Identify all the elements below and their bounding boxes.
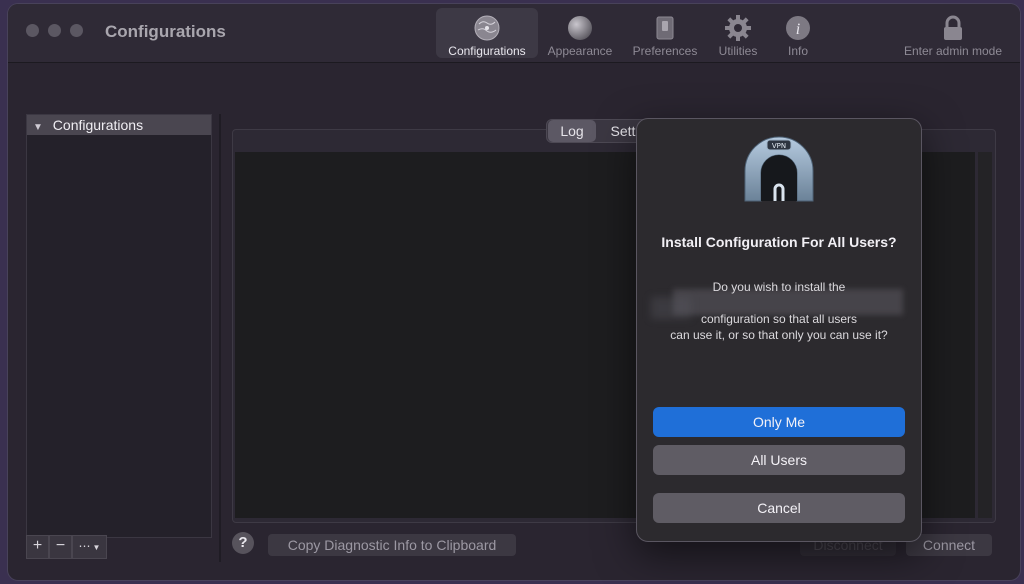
copy-diagnostic-button[interactable]: Copy Diagnostic Info to Clipboard — [268, 534, 516, 556]
toolbar-label: Info — [787, 44, 808, 58]
sphere-icon — [568, 16, 592, 40]
chevron-down-icon: ▼ — [92, 543, 101, 552]
vpn-badge-label: VPN — [772, 142, 786, 150]
toolbar-info[interactable]: i Info — [776, 8, 820, 58]
add-configuration-button[interactable]: + — [26, 535, 49, 559]
toolbar-utilities[interactable]: Utilities — [710, 8, 766, 58]
globe-icon — [474, 15, 500, 41]
dialog-message-line: Do you wish to install the — [712, 280, 846, 294]
actions-menu-button[interactable]: ⋯ ▼ — [72, 535, 107, 559]
toolbar-label: Utilities — [718, 44, 758, 58]
dialog-message-line: can use it, or so that only you can use … — [670, 328, 888, 342]
switch-icon — [656, 16, 674, 40]
window-title: Configurations — [105, 22, 226, 41]
dialog-title: Install Configuration For All Users? — [661, 234, 897, 250]
remove-configuration-button[interactable]: − — [49, 535, 72, 559]
vpn-tunnel-icon: VPN — [744, 136, 814, 202]
cancel-button[interactable]: Cancel — [653, 493, 905, 523]
info-icon: i — [786, 16, 810, 40]
lock-icon — [944, 15, 962, 40]
admin-mode-label: Enter admin mode — [903, 44, 1003, 58]
sidebar-header[interactable]: ▼ Configurations — [27, 115, 211, 135]
tab-switcher: Log Sett — [546, 119, 648, 143]
split-divider[interactable] — [219, 114, 221, 562]
toolbar-label: Preferences — [632, 44, 698, 58]
redacted-line — [655, 295, 903, 311]
all-users-button[interactable]: All Users — [653, 445, 905, 475]
ellipsis-icon: ⋯ — [78, 539, 91, 553]
dialog-message: Do you wish to install the configuration… — [655, 279, 903, 343]
toolbar-label: Appearance — [547, 44, 613, 58]
toolbar-configurations[interactable]: Configurations — [436, 8, 538, 58]
only-me-button[interactable]: Only Me — [653, 407, 905, 437]
toolbar-preferences[interactable]: Preferences — [626, 8, 704, 58]
log-scrollbar[interactable] — [978, 152, 992, 518]
minimize-window-button[interactable] — [48, 24, 61, 37]
title-bar: Configurations Configurations Appearance — [8, 4, 1020, 63]
sidebar-header-label: Configurations — [52, 117, 144, 133]
close-window-button[interactable] — [26, 24, 39, 37]
gear-icon — [725, 15, 751, 41]
chevron-down-icon: ▼ — [33, 122, 43, 133]
zoom-window-button[interactable] — [70, 24, 83, 37]
dialog-message-line: configuration so that all users — [700, 312, 858, 326]
tab-log[interactable]: Log — [548, 120, 596, 142]
toolbar-appearance[interactable]: Appearance — [542, 8, 618, 58]
help-button[interactable]: ? — [232, 532, 254, 554]
svg-text:i: i — [796, 21, 800, 38]
configurations-sidebar: ▼ Configurations — [26, 114, 212, 538]
install-configuration-dialog: VPN Install Configuration For All Users?… — [636, 118, 922, 542]
toolbar-label: Configurations — [448, 44, 526, 58]
admin-mode-button[interactable]: Enter admin mode — [894, 8, 1012, 58]
